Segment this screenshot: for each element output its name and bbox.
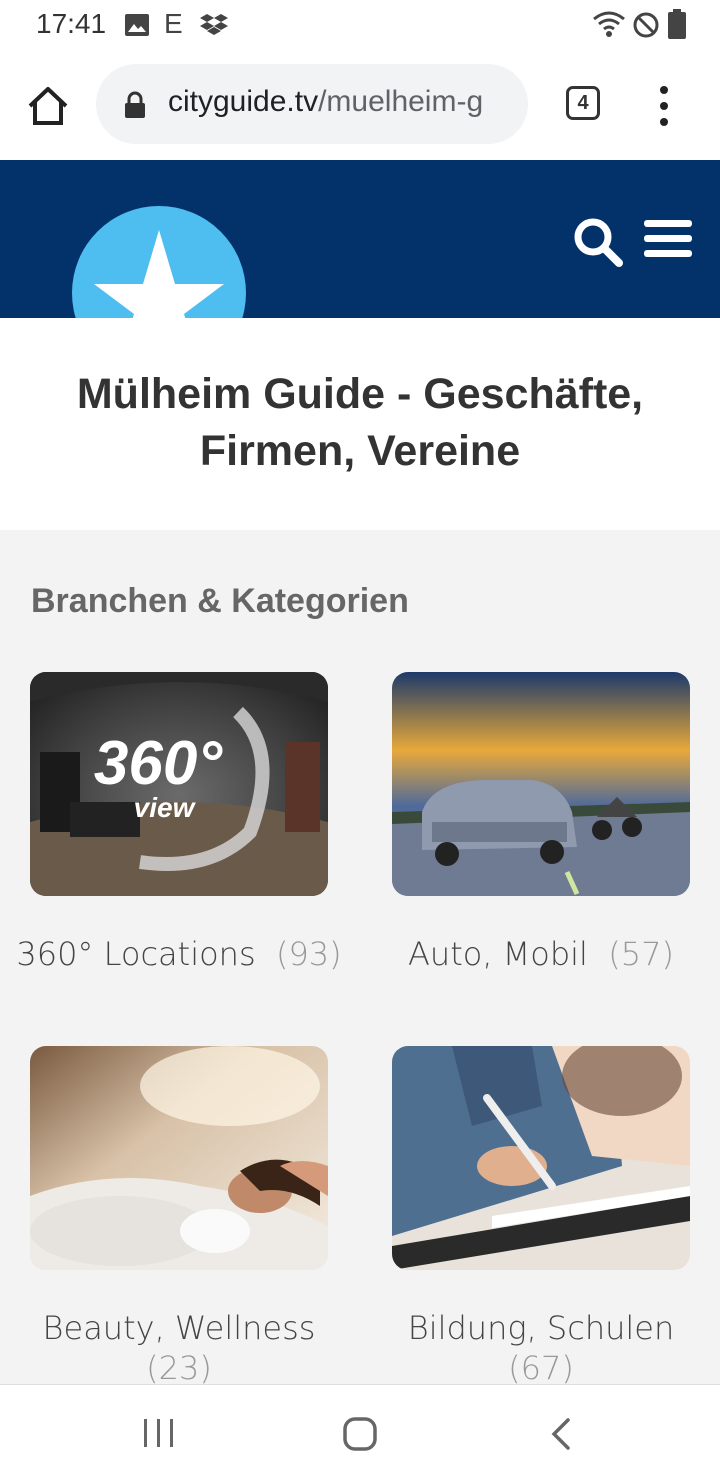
back-icon[interactable] — [548, 1417, 574, 1451]
dnd-icon — [633, 12, 659, 38]
recent-apps-icon[interactable] — [142, 1417, 176, 1449]
status-bar: 17:41 E — [0, 0, 720, 50]
category-label[interactable]: Beauty, Wellness (23) — [9, 1308, 349, 1388]
category-card-auto-mobil[interactable]: Auto, Mobil (57) — [392, 672, 690, 973]
category-image-beauty[interactable] — [30, 1046, 328, 1270]
page-title: Mülheim Guide - Geschäfte, Firmen, Verei… — [76, 370, 644, 475]
category-label[interactable]: 360° Locations (93) — [9, 934, 349, 974]
category-name: Bildung, Schulen — [407, 1309, 675, 1347]
category-image-auto[interactable] — [392, 672, 690, 896]
category-count: (23) — [146, 1349, 212, 1387]
overlay-view-text: view — [134, 792, 197, 823]
home-circle-icon[interactable] — [342, 1416, 378, 1452]
url-path: /muelheim-g — [318, 85, 484, 118]
browser-toolbar: cityguide.tv/muelheim-g 4 — [0, 50, 720, 160]
overlay-360-text: 360° — [94, 729, 223, 798]
dropbox-icon — [200, 14, 228, 35]
status-time: 17:41 — [36, 8, 107, 39]
category-image-360[interactable]: 360° view — [30, 672, 328, 896]
title-section: Mülheim Guide - Geschäfte, Firmen, Verei… — [0, 318, 720, 530]
category-count: (67) — [508, 1349, 574, 1387]
hamburger-icon[interactable] — [644, 218, 692, 260]
url-text[interactable]: cityguide.tv/muelheim-g — [168, 85, 483, 119]
category-name: Beauty, Wellness — [42, 1309, 316, 1347]
home-icon[interactable] — [26, 84, 70, 128]
category-name: Auto, Mobil — [408, 935, 588, 973]
category-count: (93) — [275, 935, 342, 973]
category-count: (57) — [608, 935, 674, 973]
category-card-360-locations[interactable]: 360° view 360° Locations (93) — [16, 672, 342, 973]
wifi-icon — [593, 11, 625, 37]
tab-switcher-button[interactable]: 4 — [566, 86, 600, 120]
system-nav-bar — [0, 1384, 720, 1481]
battery-icon — [668, 9, 686, 39]
category-card-bildung-schulen[interactable]: Bildung, Schulen (67) — [392, 1046, 690, 1387]
more-vert-icon[interactable] — [654, 84, 674, 128]
category-label[interactable]: Bildung, Schulen (67) — [371, 1308, 711, 1388]
image-icon — [125, 14, 149, 36]
section-heading: Branchen & Kategorien — [31, 582, 409, 620]
site-header — [0, 160, 720, 318]
e-indicator: E — [164, 8, 183, 39]
star-logo[interactable] — [72, 206, 246, 318]
category-image-bildung[interactable] — [392, 1046, 690, 1270]
category-name: 360° Locations — [16, 935, 256, 973]
url-host: cityguide.tv — [168, 85, 319, 118]
category-label[interactable]: Auto, Mobil (57) — [371, 934, 711, 974]
lock-icon — [125, 91, 145, 118]
search-icon[interactable] — [572, 216, 624, 268]
address-bar[interactable]: cityguide.tv/muelheim-g — [96, 64, 528, 144]
category-card-beauty-wellness[interactable]: Beauty, Wellness (23) — [30, 1046, 328, 1387]
